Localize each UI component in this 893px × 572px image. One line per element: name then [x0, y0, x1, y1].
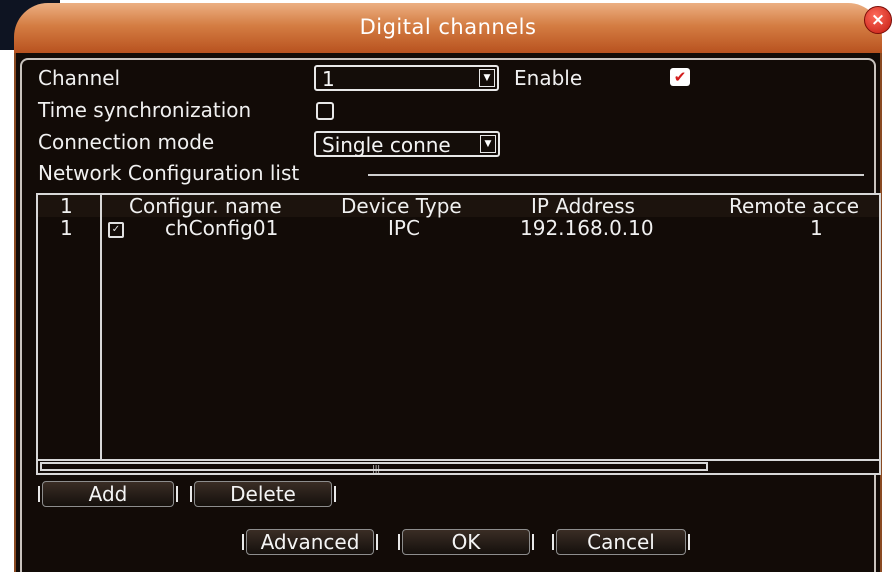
network-config-table[interactable]: 1 Configur. name Device Type IP Address …	[36, 193, 881, 475]
channel-select-value: 1	[322, 67, 335, 91]
add-button[interactable]: Add	[38, 481, 178, 507]
dialog-title: Digital channels	[359, 15, 537, 39]
dialog-titlebar[interactable]: Digital channels ×	[14, 3, 892, 53]
horizontal-scrollbar[interactable]: |||	[38, 459, 879, 473]
enable-label: Enable	[514, 66, 583, 90]
dropdown-arrow-icon[interactable]: ▼	[479, 69, 495, 87]
network-list-label: Network Configuration list	[38, 161, 300, 185]
row-remote-access: 1	[810, 216, 823, 240]
column-header-device-type[interactable]: Device Type	[341, 195, 462, 217]
column-header-index[interactable]: 1	[60, 195, 73, 217]
cancel-button[interactable]: Cancel	[552, 529, 690, 555]
section-divider	[368, 174, 864, 176]
time-sync-label: Time synchronization	[38, 98, 252, 122]
column-header-config-name[interactable]: Configur. name	[129, 195, 282, 217]
channel-label: Channel	[38, 66, 121, 90]
column-header-ip-address[interactable]: IP Address	[531, 195, 635, 217]
delete-button[interactable]: Delete	[190, 481, 336, 507]
channel-select[interactable]: 1 ▼	[314, 65, 499, 91]
ok-button[interactable]: OK	[398, 529, 534, 555]
time-sync-checkbox[interactable]	[316, 102, 334, 120]
column-divider	[100, 195, 102, 459]
column-header-remote-access[interactable]: Remote acce	[729, 195, 859, 217]
close-icon[interactable]: ×	[864, 6, 892, 34]
digital-channels-dialog: Channel 1 ▼ Enable ✔ Time synchronizatio…	[14, 53, 882, 572]
connection-mode-select-value: Single conne	[322, 133, 451, 157]
enable-checkbox[interactable]: ✔	[670, 68, 690, 86]
row-config-name: chConfig01	[165, 216, 279, 240]
table-header: 1 Configur. name Device Type IP Address …	[38, 195, 879, 217]
connection-mode-select[interactable]: Single conne ▼	[314, 131, 500, 157]
row-ip-address: 192.168.0.10	[520, 216, 654, 240]
row-checkbox[interactable]: ✓	[108, 222, 124, 238]
dropdown-arrow-icon[interactable]: ▼	[480, 135, 496, 153]
scrollbar-thumb[interactable]: |||	[40, 462, 708, 473]
check-icon: ✔	[673, 68, 687, 86]
row-index: 1	[60, 216, 73, 240]
grip-icon: |||	[372, 464, 381, 473]
row-device-type: IPC	[388, 216, 420, 240]
connection-mode-label: Connection mode	[38, 130, 215, 154]
advanced-button[interactable]: Advanced	[242, 529, 378, 555]
